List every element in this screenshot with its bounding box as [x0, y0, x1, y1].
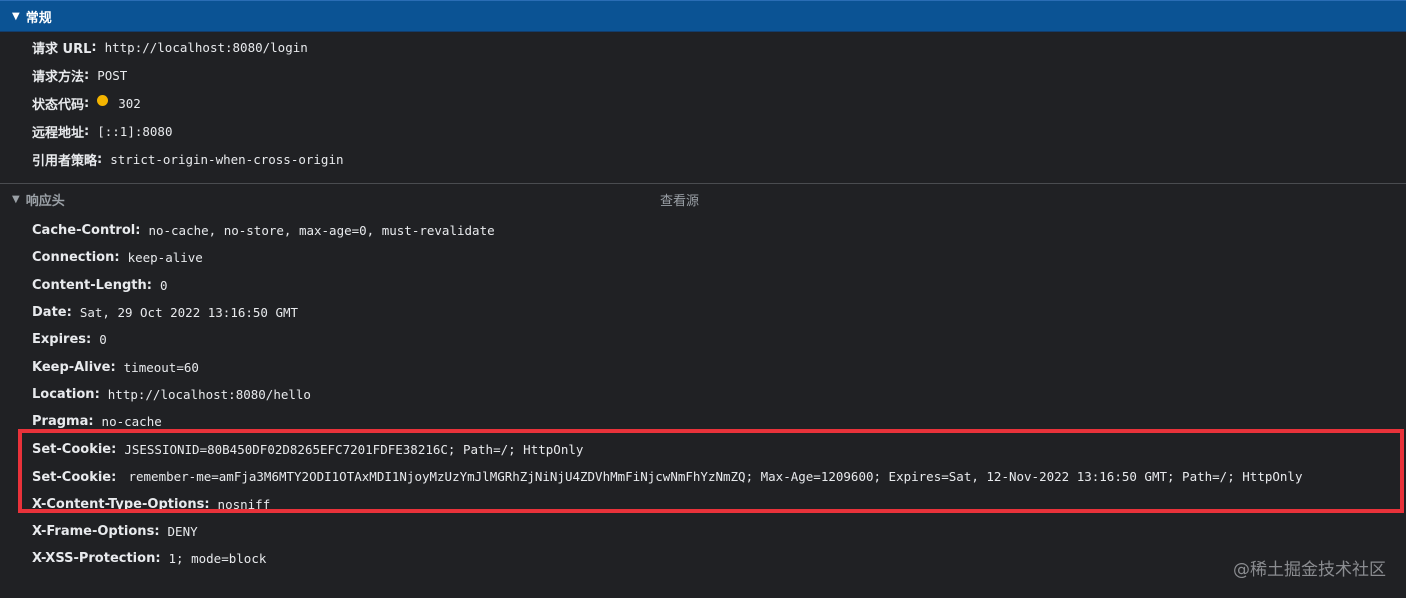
header-row-set-cookie: Set-Cookie: remember-me=amFja3M6MTY2ODI1… [32, 468, 1303, 485]
general-row-remote-address: 远程地址: [::1]:8080 [32, 123, 173, 141]
header-row: Date: Sat, 29 Oct 2022 13:16:50 GMT [32, 305, 299, 321]
response-headers-section-header[interactable]: ▼ 响应头 查看源 [0, 183, 1406, 215]
header-row: Expires: 0 [32, 332, 107, 348]
general-section-header[interactable]: ▼ 常规 [0, 0, 1406, 32]
general-row-method: 请求方法: POST [32, 67, 128, 85]
watermark: @稀土掘金技术社区 [1233, 560, 1386, 580]
header-row: Content-Length: 0 [32, 277, 168, 293]
header-row: X-Content-Type-Options: nosniff [32, 496, 271, 512]
header-row: Connection: keep-alive [32, 250, 203, 266]
general-section-title: 常规 [25, 10, 52, 26]
header-row: Cache-Control: no-cache, no-store, max-a… [32, 223, 495, 239]
status-warning-icon [97, 94, 109, 106]
header-row: Pragma: no-cache [32, 414, 162, 430]
header-row: Location: http://localhost:8080/hello [32, 386, 311, 402]
general-row-url: 请求 URL: http://localhost:8080/login [32, 39, 308, 57]
general-row-status: 状态代码: 302 [32, 94, 141, 113]
general-section: 请求 URL: http://localhost:8080/login 请求方法… [0, 32, 1406, 177]
view-source-link[interactable]: 查看源 [660, 190, 699, 209]
header-row: X-Frame-Options: DENY [32, 524, 198, 540]
header-row: X-XSS-Protection: 1; mode=block [32, 551, 267, 567]
response-headers-section: Cache-Control: no-cache, no-store, max-a… [0, 215, 1406, 573]
triangle-down-icon: ▼ [12, 194, 20, 205]
header-row: Keep-Alive: timeout=60 [32, 359, 199, 375]
header-row-set-cookie: Set-Cookie: JSESSIONID=80B450DF02D8265EF… [32, 441, 584, 457]
general-row-referrer-policy: 引用者策略: strict-origin-when-cross-origin [32, 151, 344, 169]
triangle-down-icon: ▼ [12, 10, 20, 22]
response-headers-title: 响应头 [25, 194, 65, 209]
